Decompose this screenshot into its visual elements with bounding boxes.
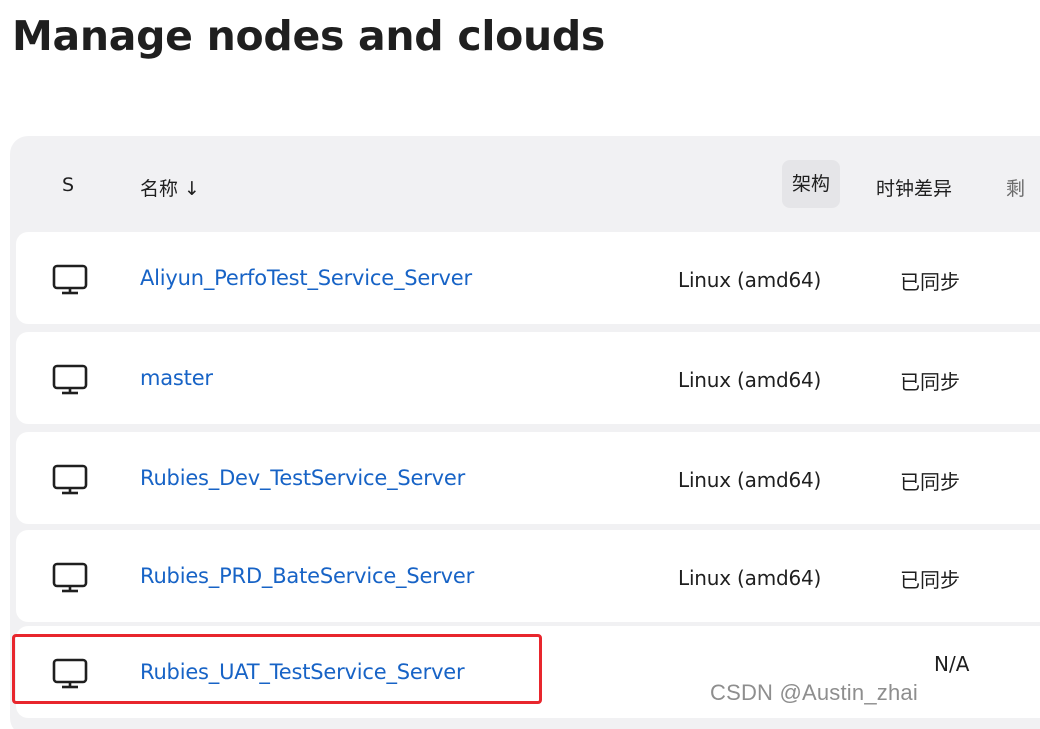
column-header-name[interactable]: 名称 ↓ <box>140 174 200 201</box>
column-header-status[interactable]: S <box>62 174 74 196</box>
computer-icon <box>52 464 88 495</box>
table-row: master Linux (amd64) 已同步 <box>16 332 1040 424</box>
node-link[interactable]: Rubies_Dev_TestService_Server <box>140 466 465 490</box>
node-clock-difference: 已同步 <box>900 470 960 494</box>
page-title: Manage nodes and clouds <box>12 12 605 60</box>
computer-icon <box>52 562 88 593</box>
node-clock-difference: 已同步 <box>900 370 960 394</box>
table-row: Rubies_Dev_TestService_Server Linux (amd… <box>16 432 1040 524</box>
column-header-architecture[interactable]: 架构 <box>782 160 841 208</box>
column-header-clock-difference[interactable]: 时钟差异 <box>876 174 952 201</box>
highlight-annotation <box>12 634 542 704</box>
node-architecture: Linux (amd64) <box>678 368 822 392</box>
node-link[interactable]: Aliyun_PerfoTest_Service_Server <box>140 266 472 290</box>
node-link[interactable]: Rubies_PRD_BateService_Server <box>140 564 474 588</box>
node-architecture: Linux (amd64) <box>678 566 822 590</box>
node-clock-difference: N/A <box>934 652 970 676</box>
computer-icon <box>52 264 88 295</box>
node-architecture: Linux (amd64) <box>678 268 822 292</box>
watermark: CSDN @Austin_zhai <box>710 680 918 705</box>
column-header-truncated[interactable]: 剩 <box>1006 174 1025 201</box>
table-row: Rubies_PRD_BateService_Server Linux (amd… <box>16 530 1040 622</box>
table-header: S 名称 ↓ 架构 时钟差异 剩 <box>10 136 1040 232</box>
node-architecture: Linux (amd64) <box>678 468 822 492</box>
node-link[interactable]: master <box>140 366 213 390</box>
node-clock-difference: 已同步 <box>900 568 960 592</box>
manage-nodes-page: Manage nodes and clouds S 名称 ↓ 架构 时钟差异 剩… <box>0 0 1040 729</box>
table-row: Aliyun_PerfoTest_Service_Server Linux (a… <box>16 232 1040 324</box>
computer-icon <box>52 364 88 395</box>
node-clock-difference: 已同步 <box>900 270 960 294</box>
